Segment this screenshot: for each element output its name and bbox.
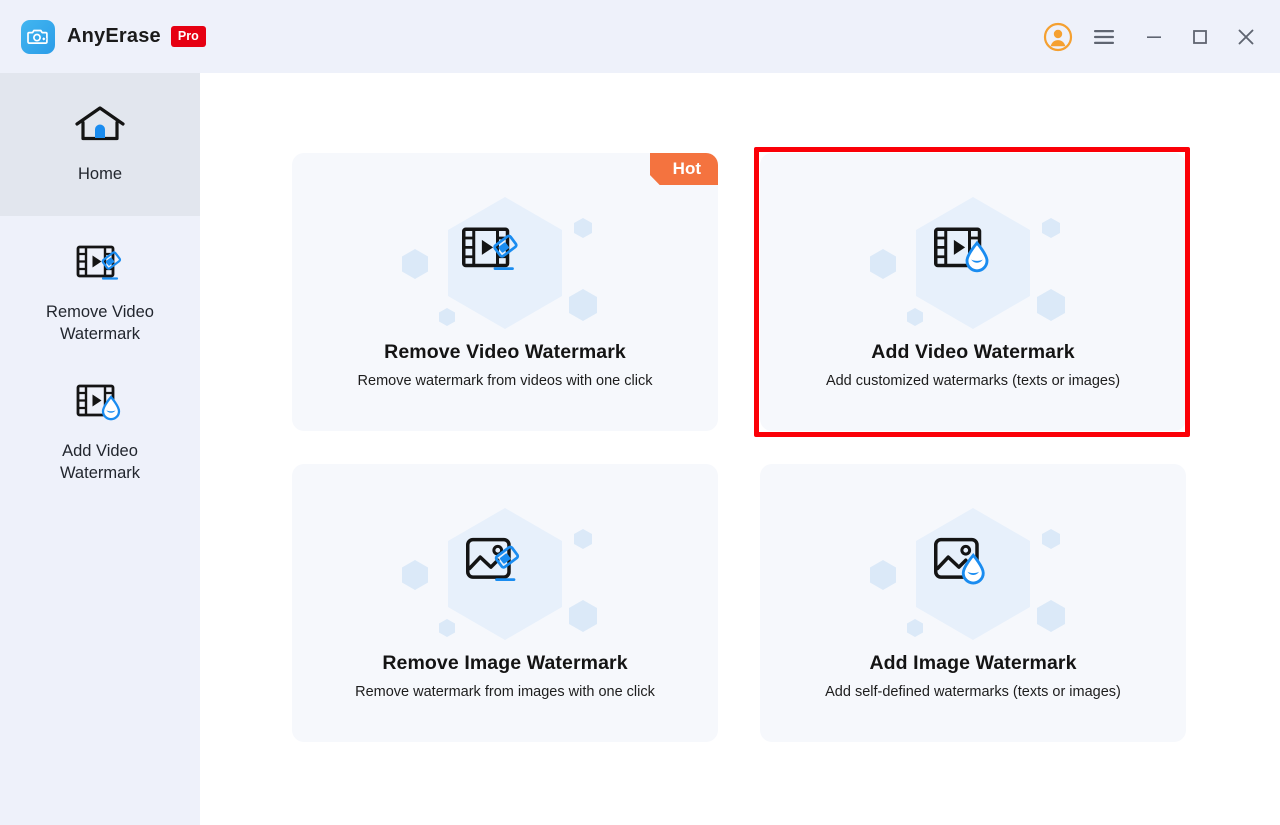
card-subtitle: Remove watermark from videos with one cl… (357, 373, 653, 389)
sidebar: Home Remove Video Watermark Add Video Wa… (0, 73, 200, 825)
card-title: Remove Image Watermark (382, 652, 628, 674)
sidebar-item-label-home: Home (77, 164, 122, 183)
card-add-image-watermark[interactable]: Add Image Watermark Add self-defined wat… (760, 464, 1186, 742)
card-artwork (292, 153, 718, 365)
camera-eraser-icon (21, 19, 55, 54)
sidebar-item-label-add-video-watermark: Add Video Watermark (60, 441, 140, 483)
card-subtitle: Remove watermark from images with one cl… (355, 684, 655, 700)
card-title: Add Image Watermark (869, 652, 1077, 674)
close-icon[interactable] (1226, 17, 1266, 57)
pro-badge: Pro (170, 25, 206, 48)
account-avatar[interactable] (1038, 17, 1078, 57)
sidebar-item-remove-video-watermark[interactable]: Remove Video Watermark (0, 216, 200, 359)
sidebar-item-add-video-watermark[interactable]: Add Video Watermark (0, 359, 200, 502)
app-window: AnyErase Pro Home Remove Video Watermark… (0, 0, 1280, 825)
label-line-2: Watermark (59, 463, 141, 482)
card-artwork (292, 464, 718, 676)
card-subtitle: Add customized watermarks (texts or imag… (825, 373, 1121, 389)
card-title: Remove Video Watermark (384, 341, 626, 363)
card-title: Add Video Watermark (871, 341, 1075, 363)
card-artwork (760, 153, 1186, 365)
card-add-video-watermark[interactable]: Add Video Watermark Add customized water… (760, 153, 1186, 431)
video-droplet-icon (75, 381, 125, 430)
window-controls (1038, 0, 1280, 73)
hot-badge: Hot (649, 153, 718, 185)
card-subtitle: Add self-defined watermarks (texts or im… (825, 684, 1121, 700)
label-line-1: Remove Video (46, 303, 154, 322)
sidebar-item-home[interactable]: Home (0, 73, 200, 216)
title-bar: AnyErase Pro (0, 0, 1280, 73)
label-line-2: Watermark (59, 324, 141, 343)
minimize-icon[interactable] (1134, 17, 1174, 57)
sidebar-item-label-remove-video-watermark: Remove Video Watermark (46, 302, 154, 344)
maximize-icon[interactable] (1180, 17, 1220, 57)
home-icon (73, 104, 127, 153)
card-artwork (760, 464, 1186, 676)
card-remove-video-watermark[interactable]: Hot Remove Video Watermark Remove waterm… (292, 153, 718, 431)
brand: AnyErase Pro (21, 19, 206, 54)
app-title: AnyErase (67, 25, 161, 47)
label-line-1: Add Video (62, 442, 138, 461)
hamburger-menu-icon[interactable] (1084, 17, 1124, 57)
video-eraser-icon (75, 242, 125, 291)
card-remove-image-watermark[interactable]: Remove Image Watermark Remove watermark … (292, 464, 718, 742)
